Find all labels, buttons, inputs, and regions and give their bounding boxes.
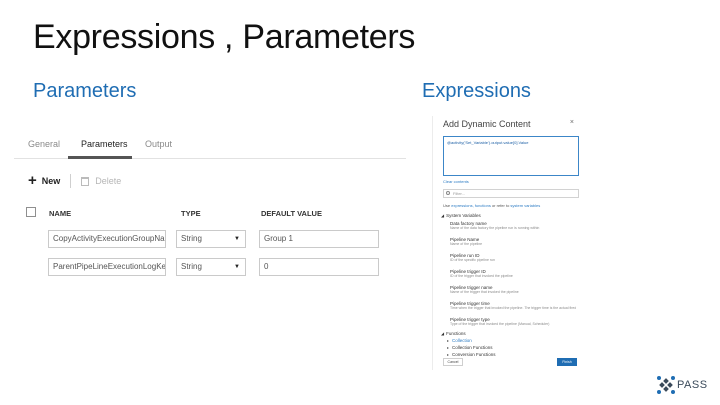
toolbar-divider xyxy=(70,174,72,188)
hint-middle: or refer to xyxy=(491,203,510,208)
function-category-item[interactable]: ▸ Collection xyxy=(447,338,472,343)
trash-icon xyxy=(81,176,90,186)
active-tab-indicator xyxy=(68,156,132,159)
functions-section[interactable]: ◢ Functions xyxy=(441,331,466,336)
finish-button[interactable]: Finish xyxy=(557,358,577,366)
parameter-row: CopyActivityExecutionGroupName String ▼ … xyxy=(14,230,406,248)
delete-button-label: Delete xyxy=(95,176,122,186)
dynamic-content-dialog: Add Dynamic Content × @activity('Set_Var… xyxy=(432,116,580,370)
hint-prefix: Use xyxy=(443,203,451,208)
cancel-button[interactable]: Cancel xyxy=(443,358,463,366)
column-header-default-value: DEFAULT VALUE xyxy=(261,209,322,218)
parameter-type-value: String xyxy=(181,234,202,243)
select-all-checkbox[interactable] xyxy=(26,207,36,217)
variable-description: Name of the data factory the pipeline ru… xyxy=(450,226,540,230)
dialog-footer: Cancel Finish xyxy=(443,358,577,366)
parameters-toolbar: + New Delete xyxy=(28,173,121,189)
new-button-label: New xyxy=(41,176,61,186)
expressions-heading: Expressions xyxy=(422,80,531,102)
filter-input[interactable]: Filter... xyxy=(443,189,579,198)
expand-arrow-icon: ▸ xyxy=(447,338,450,343)
collapse-arrow-icon: ◢ xyxy=(441,213,445,218)
variable-description: Time when the trigger that invoked the p… xyxy=(450,306,576,310)
collapse-arrow-icon: ◢ xyxy=(441,331,445,336)
function-category-label: Collection Functions xyxy=(452,345,493,350)
system-variable-item[interactable]: Pipeline Name Name of the pipeline xyxy=(450,237,576,247)
tab-general[interactable]: General xyxy=(28,139,60,149)
parameters-heading: Parameters xyxy=(33,80,137,102)
system-variable-item[interactable]: Pipeline trigger time Time when the trig… xyxy=(450,301,576,311)
dropdown-caret-icon: ▼ xyxy=(234,264,240,270)
parameter-row: ParentPipeLineExecutionLogKey String ▼ 0 xyxy=(14,258,406,276)
variable-description: Type of the trigger that invoked the pip… xyxy=(450,322,550,326)
function-category-item[interactable]: ▸ Conversion Functions xyxy=(447,352,496,357)
tab-output[interactable]: Output xyxy=(145,139,172,149)
tab-parameters[interactable]: Parameters xyxy=(81,139,128,149)
delete-parameter-button[interactable]: Delete xyxy=(81,176,121,186)
expressions-functions-link[interactable]: expressions, functions xyxy=(451,203,491,208)
dropdown-caret-icon: ▼ xyxy=(234,236,240,242)
dialog-title: Add Dynamic Content xyxy=(443,119,531,129)
system-variable-item[interactable]: Data factory name Name of the data facto… xyxy=(450,221,576,231)
filter-placeholder: Filter... xyxy=(453,191,466,196)
system-variable-item[interactable]: Pipeline trigger type Type of the trigge… xyxy=(450,317,576,327)
slide-title: Expressions , Parameters xyxy=(33,18,416,56)
tab-bar: General Parameters Output xyxy=(14,127,406,159)
function-category-label: Conversion Functions xyxy=(452,352,496,357)
pass-logo: PASS xyxy=(656,375,708,395)
plus-icon: + xyxy=(28,172,37,189)
parameter-type-select[interactable]: String ▼ xyxy=(176,230,246,248)
help-hint: Use expressions, functions or refer to s… xyxy=(443,203,540,208)
pass-logo-text: PASS xyxy=(677,379,708,391)
parameter-default-input[interactable]: 0 xyxy=(259,258,379,276)
expand-arrow-icon: ▸ xyxy=(447,352,450,357)
system-variable-item[interactable]: Pipeline run ID ID of the specific pipel… xyxy=(450,253,576,263)
section-label: Functions xyxy=(446,331,466,336)
new-parameter-button[interactable]: + New xyxy=(28,172,61,189)
parameter-default-input[interactable]: Group 1 xyxy=(259,230,379,248)
variable-description: Name of the trigger that invoked the pip… xyxy=(450,290,519,294)
system-variable-item[interactable]: Pipeline trigger name Name of the trigge… xyxy=(450,285,576,295)
variable-description: Name of the pipeline xyxy=(450,242,483,246)
close-icon[interactable]: × xyxy=(570,119,574,126)
clear-contents-link[interactable]: Clear contents xyxy=(443,179,469,184)
parameter-name-input[interactable]: CopyActivityExecutionGroupName xyxy=(48,230,166,248)
pass-logo-mark-icon xyxy=(657,376,675,394)
function-category-label: Collection xyxy=(452,338,472,343)
search-icon xyxy=(446,191,450,195)
variable-description: ID of the trigger that invoked the pipel… xyxy=(450,274,513,278)
column-header-type: TYPE xyxy=(181,209,201,218)
section-label: System Variables xyxy=(446,213,481,218)
parameter-name-input[interactable]: ParentPipeLineExecutionLogKey xyxy=(48,258,166,276)
system-variables-link[interactable]: system variables xyxy=(510,203,540,208)
system-variable-item[interactable]: Pipeline trigger ID ID of the trigger th… xyxy=(450,269,576,279)
expression-editor[interactable]: @activity('Set_Variable').output.value[0… xyxy=(443,136,579,176)
parameter-type-value: String xyxy=(181,262,202,271)
expand-arrow-icon: ▸ xyxy=(447,345,450,350)
system-variables-section[interactable]: ◢ System Variables xyxy=(441,213,481,218)
parameter-type-select[interactable]: String ▼ xyxy=(176,258,246,276)
parameters-panel: General Parameters Output + New Delete N… xyxy=(14,127,406,315)
function-category-item[interactable]: ▸ Collection Functions xyxy=(447,345,493,350)
variable-description: ID of the specific pipeline run xyxy=(450,258,495,262)
column-header-name: NAME xyxy=(49,209,72,218)
